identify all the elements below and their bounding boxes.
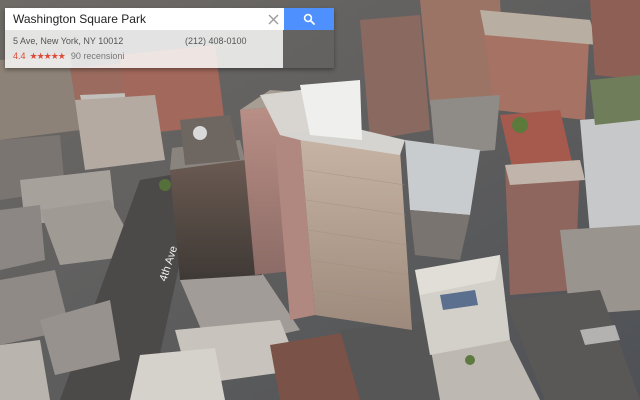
address-row: 5 Ave, New York, NY 10012 (212) 408-0100	[13, 34, 283, 49]
close-icon[interactable]	[262, 8, 284, 30]
tree	[512, 117, 528, 133]
building	[360, 15, 430, 140]
building	[130, 348, 225, 400]
search-icon	[303, 13, 315, 25]
place-details: 5 Ave, New York, NY 10012 (212) 408-0100…	[5, 30, 283, 68]
map-canvas[interactable]: 4th Ave Washington Square Park 5 Ave, Ne…	[0, 0, 640, 400]
rating-row: 4.4 ★★★★★ 90 recensioni	[13, 49, 283, 64]
building	[180, 115, 240, 165]
search-button[interactable]	[284, 8, 334, 30]
place-search-card: 5 Ave, New York, NY 10012 (212) 408-0100…	[5, 8, 334, 68]
place-address[interactable]: 5 Ave, New York, NY 10012	[13, 34, 185, 49]
building	[300, 135, 412, 330]
building	[0, 205, 45, 270]
building	[590, 0, 640, 80]
building	[75, 95, 165, 170]
search-input[interactable]	[5, 8, 262, 30]
building	[410, 210, 470, 260]
rooftop-fan	[193, 126, 207, 140]
rating-stars: ★★★★★	[29, 51, 66, 61]
building	[300, 80, 362, 140]
reviews-link[interactable]: 90 recensioni	[71, 49, 125, 64]
place-phone[interactable]: (212) 408-0100	[185, 34, 247, 49]
tree	[159, 179, 171, 191]
building	[580, 115, 640, 235]
search-bar	[5, 8, 334, 30]
rating-value: 4.4	[13, 51, 26, 61]
close-icon-glyph	[268, 14, 278, 24]
tree	[465, 355, 475, 365]
building	[405, 140, 480, 215]
building	[590, 75, 640, 125]
